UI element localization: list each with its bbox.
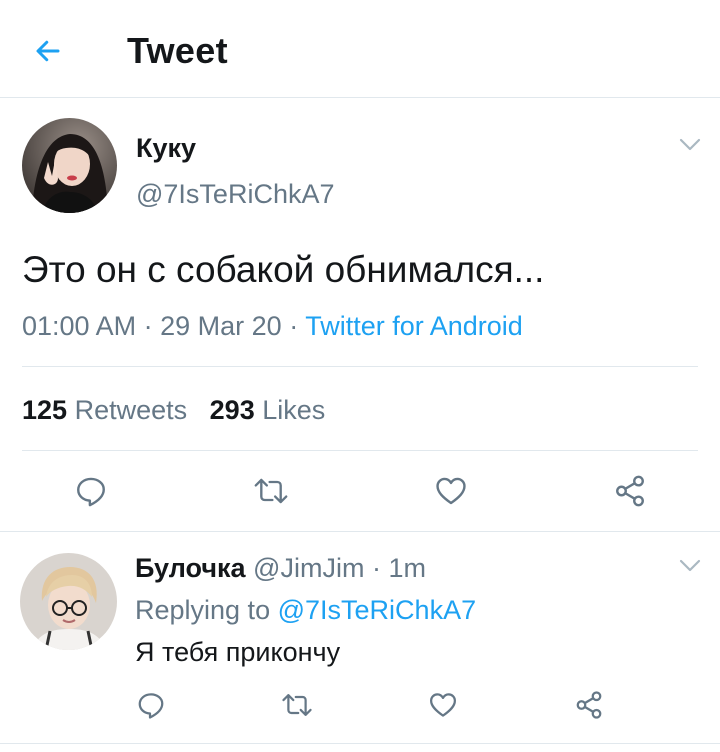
retweet-icon [254,478,288,504]
avatar-image [20,553,117,650]
reply-like-button[interactable] [423,685,463,725]
share-icon [576,691,602,719]
reply-button[interactable] [71,471,111,511]
heart-icon [430,693,456,717]
meta-separator: · [143,311,153,341]
tweet-time: 01:00 AM [22,311,137,341]
retweets-stat[interactable]: 125 Retweets [22,395,187,425]
tweet-text: Это он с собакой обнимался... [22,249,545,290]
avatar-image [22,118,117,213]
arrow-left-icon [36,40,60,62]
replying-to: Replying to @7IsTeRiChkA7 [135,595,476,626]
retweets-label: Retweets [74,395,188,425]
replying-prefix: Replying to [135,595,271,625]
divider [22,366,698,367]
reply-reply-button[interactable] [131,685,171,725]
reply-header: Булочка @JimJim · 1m [135,553,426,584]
reply-tweet[interactable]: Булочка @JimJim · 1m Replying to @7IsTeR… [0,533,720,752]
author-avatar[interactable] [22,118,117,213]
reply-separator: · [371,553,381,583]
author-handle[interactable]: @7IsTeRiChkA7 [136,179,334,210]
retweet-icon [282,694,312,716]
main-tweet: Куку @7IsTeRiChkA7 Это он с собакой обни… [0,99,720,532]
chevron-down-icon [679,138,701,151]
reply-actions [0,683,720,733]
reply-text: Я тебя прикончу [135,637,341,667]
reply-retweet-button[interactable] [277,685,317,725]
divider [0,743,720,744]
tweet-meta: 01:00 AM · 29 Mar 20 · Twitter for Andro… [22,311,523,342]
tweet-date: 29 Mar 20 [160,311,282,341]
reply-share-button[interactable] [569,685,609,725]
reply-icon [77,477,105,507]
likes-count: 293 [209,395,255,425]
back-button[interactable] [30,33,66,69]
replying-to-mention[interactable]: @7IsTeRiChkA7 [278,595,476,625]
share-icon [616,475,644,507]
reply-author-avatar[interactable] [20,553,117,650]
heart-icon [436,477,466,505]
retweet-button[interactable] [251,471,291,511]
top-bar: Tweet [0,0,720,98]
reply-author-handle[interactable]: @JimJim [253,553,364,583]
share-button[interactable] [610,471,650,511]
chevron-down-icon [679,559,701,572]
reply-age: 1m [388,553,426,583]
likes-label: Likes [262,395,326,425]
likes-stat[interactable]: 293 Likes [210,395,326,425]
meta-separator: · [289,311,299,341]
tweet-actions [0,451,720,531]
reply-author-name[interactable]: Булочка [135,553,246,583]
like-button[interactable] [431,471,471,511]
tweet-source-link[interactable]: Twitter for Android [305,311,523,341]
tweet-menu-button[interactable] [676,134,704,156]
author-name[interactable]: Куку [136,133,196,164]
page-title: Tweet [127,30,228,71]
tweet-stats: 125 Retweets 293 Likes [22,395,325,426]
reply-menu-button[interactable] [676,555,704,577]
reply-icon [138,693,164,719]
retweets-count: 125 [22,395,68,425]
